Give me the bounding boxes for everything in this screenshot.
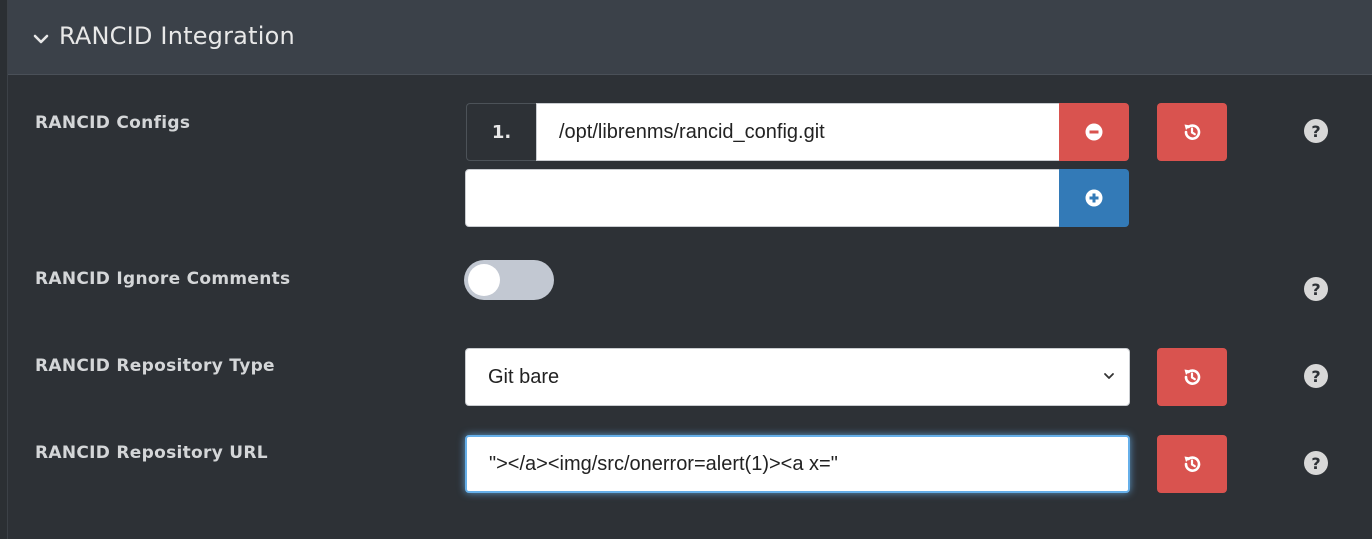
repo-url-label: RANCID Repository URL [35, 443, 268, 463]
chevron-down-icon [33, 34, 49, 44]
reset-repo-url-button[interactable] [1157, 435, 1227, 493]
plus-circle-icon [1085, 189, 1103, 207]
history-icon [1184, 456, 1201, 472]
chevron-down-icon [1104, 373, 1114, 379]
minus-circle-icon [1085, 123, 1103, 141]
repo-type-help-icon[interactable]: ? [1304, 364, 1328, 388]
history-icon [1184, 124, 1201, 140]
configs-label: RANCID Configs [35, 113, 191, 133]
configs-help-icon[interactable]: ? [1304, 119, 1328, 143]
repo-url-input[interactable]: "></a><img/src/onerror=alert(1)><a x=" [465, 435, 1130, 493]
repo-type-select[interactable]: Git bare [465, 348, 1130, 406]
config-index: 1. [466, 103, 536, 161]
reset-repo-type-button[interactable] [1157, 348, 1227, 406]
repo-type-label: RANCID Repository Type [35, 356, 275, 376]
settings-panel: RANCID Integration RANCID Configs 1. /op… [7, 0, 1372, 539]
remove-config-button[interactable] [1059, 103, 1129, 161]
new-config-input[interactable] [465, 169, 1061, 227]
ignore-comments-label: RANCID Ignore Comments [35, 269, 291, 289]
reset-configs-button[interactable] [1157, 103, 1227, 161]
add-config-button[interactable] [1059, 169, 1129, 227]
ignore-comments-help-icon[interactable]: ? [1304, 277, 1328, 301]
repo-url-help-icon[interactable]: ? [1304, 451, 1328, 475]
repo-type-selected: Git bare [488, 365, 560, 388]
panel-title: RANCID Integration [59, 22, 295, 50]
toggle-knob [468, 264, 500, 296]
panel-header[interactable]: RANCID Integration [8, 0, 1372, 75]
history-icon [1184, 369, 1201, 385]
config-value-input[interactable]: /opt/librenms/rancid_config.git [536, 103, 1060, 161]
ignore-comments-toggle[interactable] [464, 260, 554, 300]
